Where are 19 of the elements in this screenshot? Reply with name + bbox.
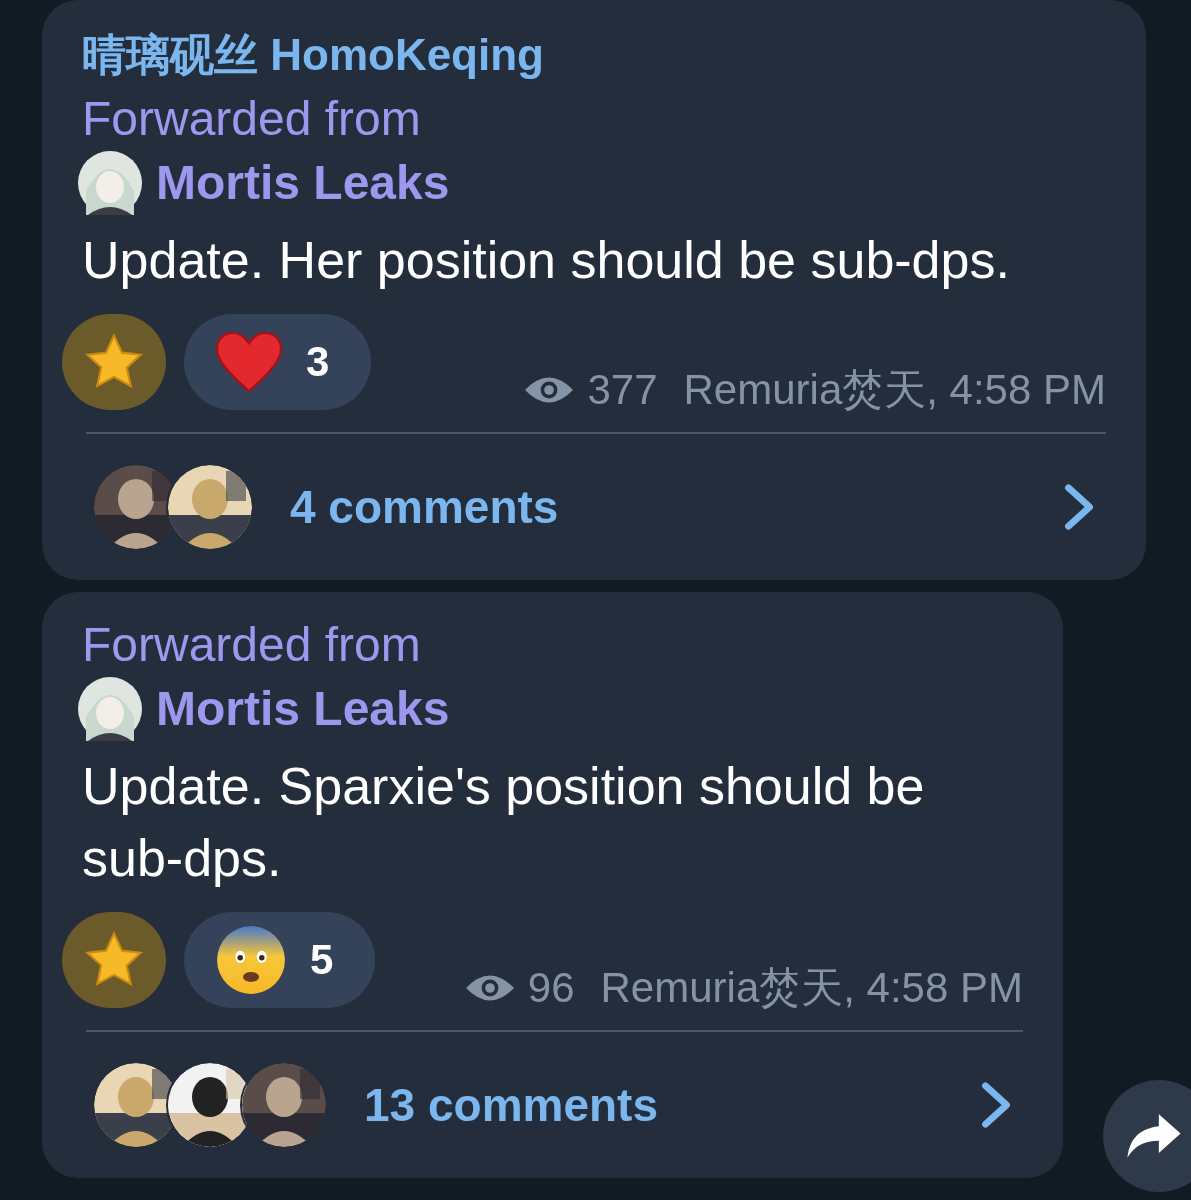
reaction-pill[interactable]: 3 (184, 314, 372, 410)
channel-name[interactable]: Mortis Leaks (156, 676, 450, 742)
reaction-count: 3 (306, 338, 330, 386)
heart-icon (214, 330, 284, 394)
forwarded-label: Forwarded from (82, 617, 422, 673)
forwarded-label: Forwarded from (82, 91, 422, 147)
message-signature: Remuria焚天, 4:58 PM (600, 963, 1023, 1013)
fearful-emoji-icon (214, 923, 288, 997)
message-signature: Remuria焚天, 4:58 PM (683, 365, 1106, 415)
comments-link[interactable]: 4 comments (290, 480, 1026, 534)
reaction-pill[interactable]: 5 (184, 912, 376, 1008)
message-text: Update. Her position should be sub-dps. (82, 230, 1011, 291)
comments-link[interactable]: 13 comments (364, 1078, 943, 1132)
message-text: Update. Sparxie's position should be sub-dps. (82, 756, 926, 889)
view-count: 377 (587, 366, 658, 414)
sender-name[interactable]: 晴璃砚丝 HomoKeqing (82, 22, 1106, 88)
channel-name[interactable]: Mortis Leaks (156, 150, 450, 216)
view-count: 96 (527, 964, 575, 1012)
reaction-count: 5 (310, 936, 334, 984)
